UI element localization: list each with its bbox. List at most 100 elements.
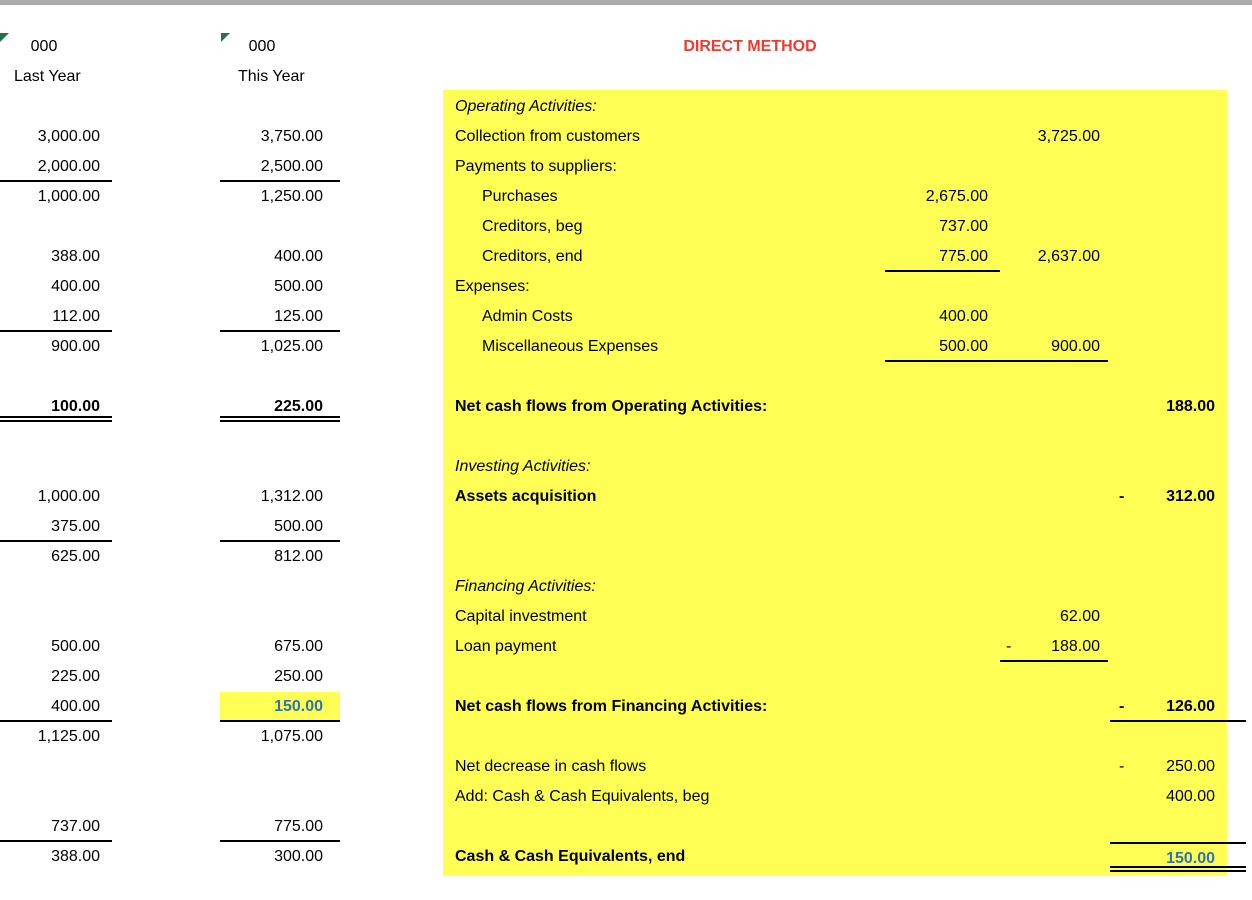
cell-this-year[interactable]: 225.00 [220, 392, 340, 422]
cell-last-year[interactable]: 225.00 [0, 662, 112, 692]
table-row: 388.00 400.00 Creditors, end 775.00 2,63… [0, 242, 1252, 272]
cell-last-year[interactable]: 400.00 [0, 692, 112, 722]
amount-value: 312.00 [1166, 482, 1215, 512]
table-row: 3,000.00 3,750.00 Collection from custom… [0, 122, 1252, 152]
cell-last-year-header[interactable]: Last Year [0, 62, 112, 92]
minus-sign: - [1119, 692, 1124, 720]
cash-end-value[interactable]: 150.00 [1110, 842, 1246, 872]
cell-last-year[interactable]: 1,000.00 [0, 182, 112, 212]
cell-this-year-unit[interactable]: 000 [220, 32, 340, 62]
cell-last-year[interactable]: 400.00 [0, 272, 112, 302]
cell-last-year[interactable]: 900.00 [0, 332, 112, 362]
cell-last-year[interactable]: 3,000.00 [0, 122, 112, 152]
cell-this-year[interactable]: 1,025.00 [220, 332, 340, 362]
cell-amount-1[interactable]: 400.00 [885, 302, 1000, 332]
total-label-operating[interactable]: Net cash flows from Operating Activities… [455, 392, 767, 422]
cell-amount-3[interactable]: 400.00 [1110, 782, 1246, 812]
cell-amount-1[interactable]: 2,675.00 [885, 182, 1000, 212]
cell-last-year[interactable]: 100.00 [0, 392, 112, 422]
cell-amount-3[interactable]: - 250.00 [1110, 752, 1246, 782]
cell-this-year[interactable]: 3,750.00 [220, 122, 340, 152]
cell-this-year[interactable]: 1,250.00 [220, 182, 340, 212]
cell-amount-3[interactable]: 188.00 [1110, 392, 1246, 422]
cell-this-year[interactable]: 775.00 [220, 812, 340, 842]
cell-amount-1[interactable]: 775.00 [885, 242, 1000, 272]
cell-amount-3[interactable]: - 126.00 [1110, 692, 1246, 722]
cell-last-year[interactable]: 500.00 [0, 632, 112, 662]
cell-this-year[interactable]: 2,500.00 [220, 152, 340, 182]
table-row: 900.00 1,025.00 Miscellaneous Expenses 5… [0, 332, 1252, 362]
table-row: 2,000.00 2,500.00 Payments to suppliers: [0, 152, 1252, 182]
row-label[interactable]: Purchases [482, 182, 558, 212]
cell-last-year[interactable]: 388.00 [0, 842, 112, 872]
table-row: 000 000 DIRECT METHOD [0, 32, 1252, 62]
cell-this-year[interactable]: 250.00 [220, 662, 340, 692]
row-label[interactable]: Payments to suppliers: [455, 152, 617, 182]
cell-amount-2[interactable]: 3,725.00 [1000, 122, 1108, 152]
cell-last-year[interactable]: 375.00 [0, 512, 112, 542]
cell-this-year[interactable]: 125.00 [220, 302, 340, 332]
table-row: 388.00 300.00 Cash & Cash Equivalents, e… [0, 842, 1252, 872]
section-label-investing[interactable]: Investing Activities: [455, 452, 590, 482]
table-row: 737.00 775.00 [0, 812, 1252, 842]
row-label[interactable]: Miscellaneous Expenses [482, 332, 658, 362]
direct-method-title[interactable]: DIRECT METHOD [455, 32, 1045, 62]
cell-amount-3[interactable]: - 312.00 [1110, 482, 1246, 512]
table-row: 375.00 500.00 [0, 512, 1252, 542]
cell-amount-2[interactable]: 2,637.00 [1000, 242, 1108, 272]
cell-amount-1[interactable]: 737.00 [885, 212, 1000, 242]
cell-this-year[interactable]: 300.00 [220, 842, 340, 872]
section-label-operating[interactable]: Operating Activities: [455, 92, 597, 122]
table-row: 100.00 225.00 Net cash flows from Operat… [0, 392, 1252, 422]
cell-last-year[interactable]: 112.00 [0, 302, 112, 332]
table-row: 400.00 150.00 Net cash flows from Financ… [0, 692, 1252, 722]
cell-this-year[interactable]: 1,312.00 [220, 482, 340, 512]
cell-this-year[interactable]: 500.00 [220, 512, 340, 542]
row-label[interactable]: Expenses: [455, 272, 530, 302]
table-row: 625.00 812.00 [0, 542, 1252, 572]
cell-amount-2[interactable]: 900.00 [1000, 332, 1108, 362]
cell-last-year-unit[interactable]: 000 [0, 32, 112, 62]
row-label[interactable]: Collection from customers [455, 122, 640, 152]
row-label[interactable]: Loan payment [455, 632, 556, 662]
table-row: Add: Cash & Cash Equivalents, beg 400.00 [0, 782, 1252, 812]
total-label-financing[interactable]: Net cash flows from Financing Activities… [455, 692, 767, 722]
section-label-financing[interactable]: Financing Activities: [455, 572, 596, 602]
cell-last-year[interactable]: 1,000.00 [0, 482, 112, 512]
cell-amount-1[interactable]: 500.00 [885, 332, 1000, 362]
cell-this-year[interactable]: 675.00 [220, 632, 340, 662]
cell-amount-2[interactable]: - 188.00 [1000, 632, 1108, 662]
table-row: Capital investment 62.00 [0, 602, 1252, 632]
cell-last-year[interactable]: 737.00 [0, 812, 112, 842]
cell-amount-2[interactable]: 62.00 [1000, 602, 1108, 632]
table-row: Investing Activities: [0, 452, 1252, 482]
table-row: Last Year This Year [0, 62, 1252, 92]
cell-this-year[interactable]: 1,075.00 [220, 722, 340, 752]
table-row: 400.00 500.00 Expenses: [0, 272, 1252, 302]
total-label-cash-end[interactable]: Cash & Cash Equivalents, end [455, 842, 685, 872]
amount-value: 250.00 [1166, 752, 1215, 782]
cell-this-year[interactable]: 400.00 [220, 242, 340, 272]
spreadsheet-canvas: { "header": { "title": "DIRECT METHOD" }… [0, 0, 1252, 900]
row-label[interactable]: Admin Costs [482, 302, 573, 332]
row-label[interactable]: Creditors, beg [482, 212, 583, 242]
row-label[interactable]: Assets acquisition [455, 482, 596, 512]
amount-value: 126.00 [1166, 692, 1215, 720]
window-top-edge [0, 0, 1252, 5]
cell-last-year[interactable]: 2,000.00 [0, 152, 112, 182]
table-row: 225.00 250.00 [0, 662, 1252, 692]
highlight-cell-this-year-150[interactable]: 150.00 [220, 692, 340, 722]
row-label[interactable]: Add: Cash & Cash Equivalents, beg [455, 782, 709, 812]
cell-this-year-header[interactable]: This Year [220, 62, 340, 92]
cell-last-year[interactable]: 388.00 [0, 242, 112, 272]
cell-this-year[interactable]: 500.00 [220, 272, 340, 302]
table-row: 112.00 125.00 Admin Costs 400.00 [0, 302, 1252, 332]
cell-last-year[interactable]: 1,125.00 [0, 722, 112, 752]
minus-sign: - [1006, 632, 1011, 660]
row-label[interactable]: Net decrease in cash flows [455, 752, 646, 782]
row-label[interactable]: Capital investment [455, 602, 587, 632]
table-row: 1,125.00 1,075.00 [0, 722, 1252, 752]
row-label[interactable]: Creditors, end [482, 242, 583, 272]
cell-last-year[interactable]: 625.00 [0, 542, 112, 572]
cell-this-year[interactable]: 812.00 [220, 542, 340, 572]
